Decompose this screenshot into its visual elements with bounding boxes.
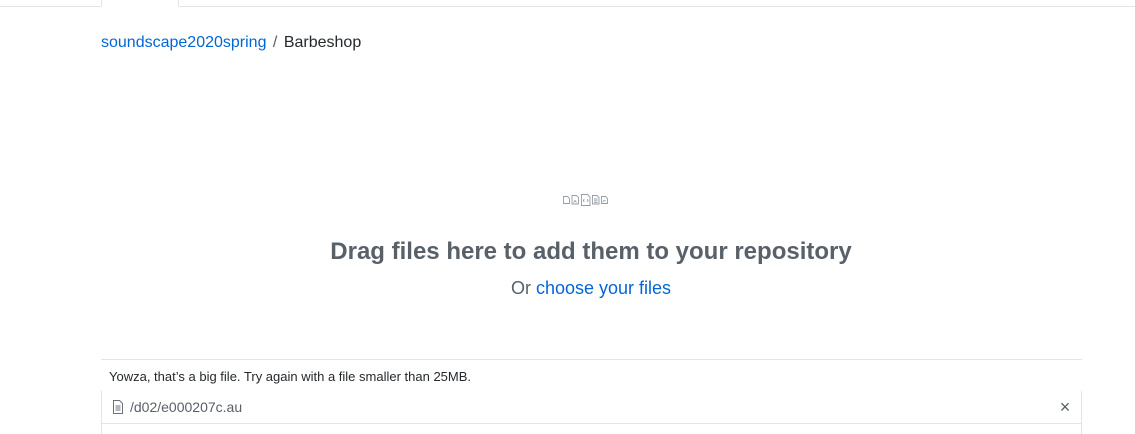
- tab-bar: [0, 0, 1135, 7]
- file-icon: [563, 196, 570, 204]
- file-list-item: /d02/e000207c.au ×: [101, 391, 1082, 434]
- choose-files-link[interactable]: choose your files: [536, 278, 671, 298]
- file-media-icon: [571, 195, 579, 205]
- tab-active[interactable]: [101, 0, 179, 7]
- file-icon: [113, 400, 123, 414]
- dropzone-or-text: Or: [510, 278, 531, 298]
- file-types-icon-group: [563, 194, 608, 206]
- breadcrumb-separator: /: [272, 34, 278, 51]
- dropzone-subtitle: Or choose your files: [0, 277, 1135, 299]
- divider: [101, 359, 1082, 360]
- file-pdf-icon: [601, 196, 608, 204]
- breadcrumb-owner-link[interactable]: soundscape2020spring: [101, 34, 266, 51]
- upload-error-message: Yowza, that’s a big file. Try again with…: [109, 369, 472, 384]
- file-name: /d02/e000207c.au: [130, 399, 243, 415]
- file-row: /d02/e000207c.au ×: [102, 391, 1081, 424]
- breadcrumb: soundscape2020spring / Barbeshop: [101, 33, 361, 53]
- file-code-icon: [581, 194, 591, 206]
- file-text-icon: [592, 195, 600, 205]
- dropzone-title: Drag files here to add them to your repo…: [330, 238, 852, 265]
- remove-file-button[interactable]: ×: [1057, 398, 1073, 416]
- breadcrumb-repo: Barbeshop: [283, 34, 362, 51]
